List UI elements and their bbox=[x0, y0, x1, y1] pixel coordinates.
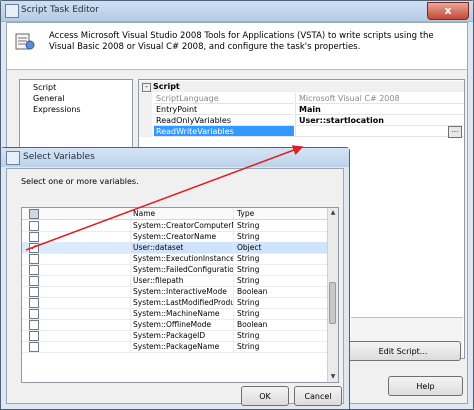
annotation-arrow bbox=[25, 145, 304, 251]
